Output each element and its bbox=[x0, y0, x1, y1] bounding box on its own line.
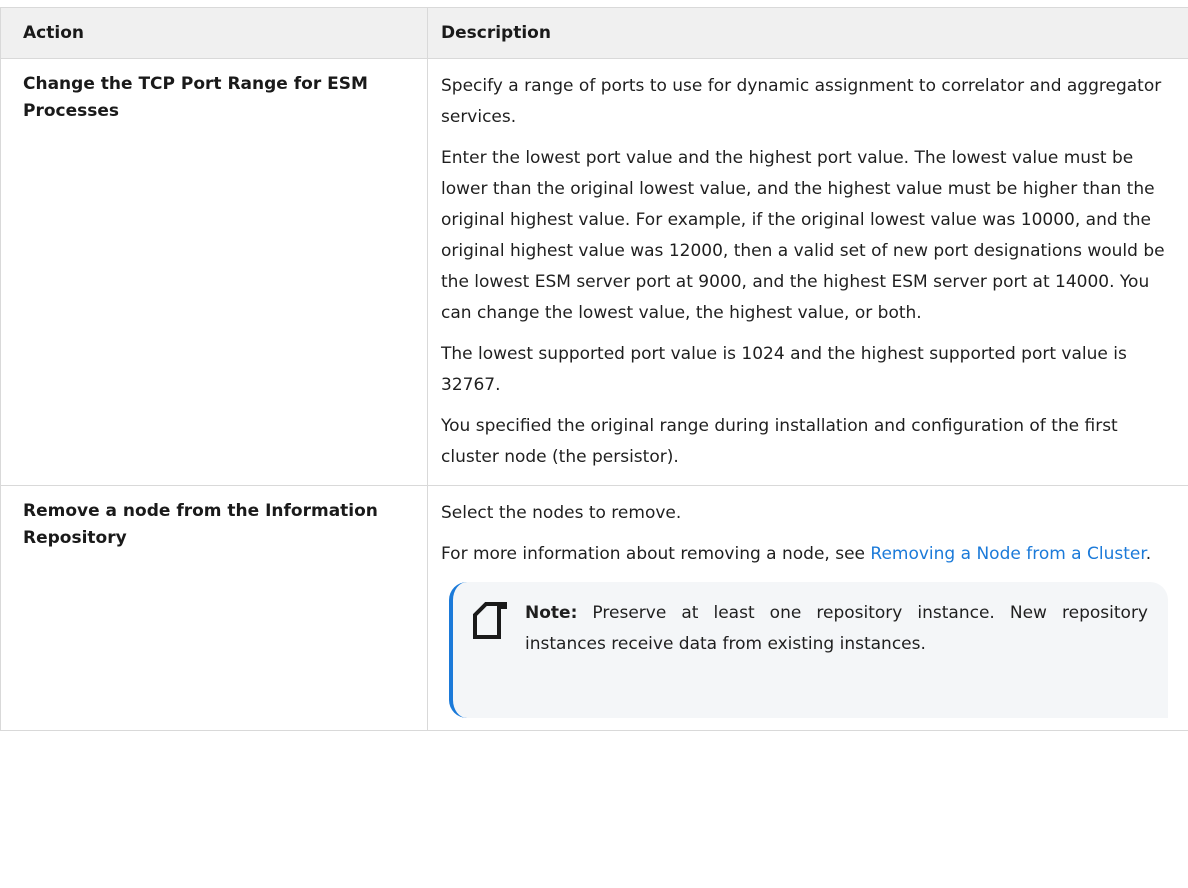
more-info-suffix: . bbox=[1145, 544, 1152, 564]
action-cell: Change the TCP Port Range for ESM Proces… bbox=[0, 58, 428, 486]
note-icon bbox=[473, 602, 507, 639]
description-cell: Specify a range of ports to use for dyna… bbox=[427, 58, 1188, 486]
description-paragraph: The lowest supported port value is 1024 … bbox=[441, 344, 1127, 395]
description-paragraph: You specified the original range during … bbox=[441, 416, 1118, 467]
table-header-row: Action Description bbox=[0, 7, 1188, 59]
description-paragraph: Select the nodes to remove. bbox=[441, 503, 682, 523]
page: Action Description Change the TCP Port R… bbox=[0, 0, 1188, 888]
note-box: Note: Preserve at least one repository i… bbox=[449, 582, 1168, 718]
note-label: Note: bbox=[525, 603, 578, 623]
note-body: Preserve at least one repository instanc… bbox=[525, 603, 1148, 654]
description-paragraph: Specify a range of ports to use for dyna… bbox=[441, 76, 1162, 127]
table-row: Remove a node from the Information Repos… bbox=[0, 485, 1188, 731]
actions-table: Action Description Change the TCP Port R… bbox=[0, 7, 1188, 731]
note-text: Note: Preserve at least one repository i… bbox=[525, 598, 1148, 660]
description-cell: Select the nodes to remove. For more inf… bbox=[427, 485, 1188, 731]
column-header-description: Description bbox=[427, 7, 1188, 59]
action-cell: Remove a node from the Information Repos… bbox=[0, 485, 428, 731]
more-info-prefix: For more information about removing a no… bbox=[441, 544, 871, 564]
more-info-paragraph: For more information about removing a no… bbox=[441, 539, 1172, 570]
column-header-action: Action bbox=[0, 7, 428, 59]
description-paragraph: Enter the lowest port value and the high… bbox=[441, 148, 1165, 323]
table-row: Change the TCP Port Range for ESM Proces… bbox=[0, 58, 1188, 486]
removing-node-link[interactable]: Removing a Node from a Cluster bbox=[870, 544, 1145, 564]
